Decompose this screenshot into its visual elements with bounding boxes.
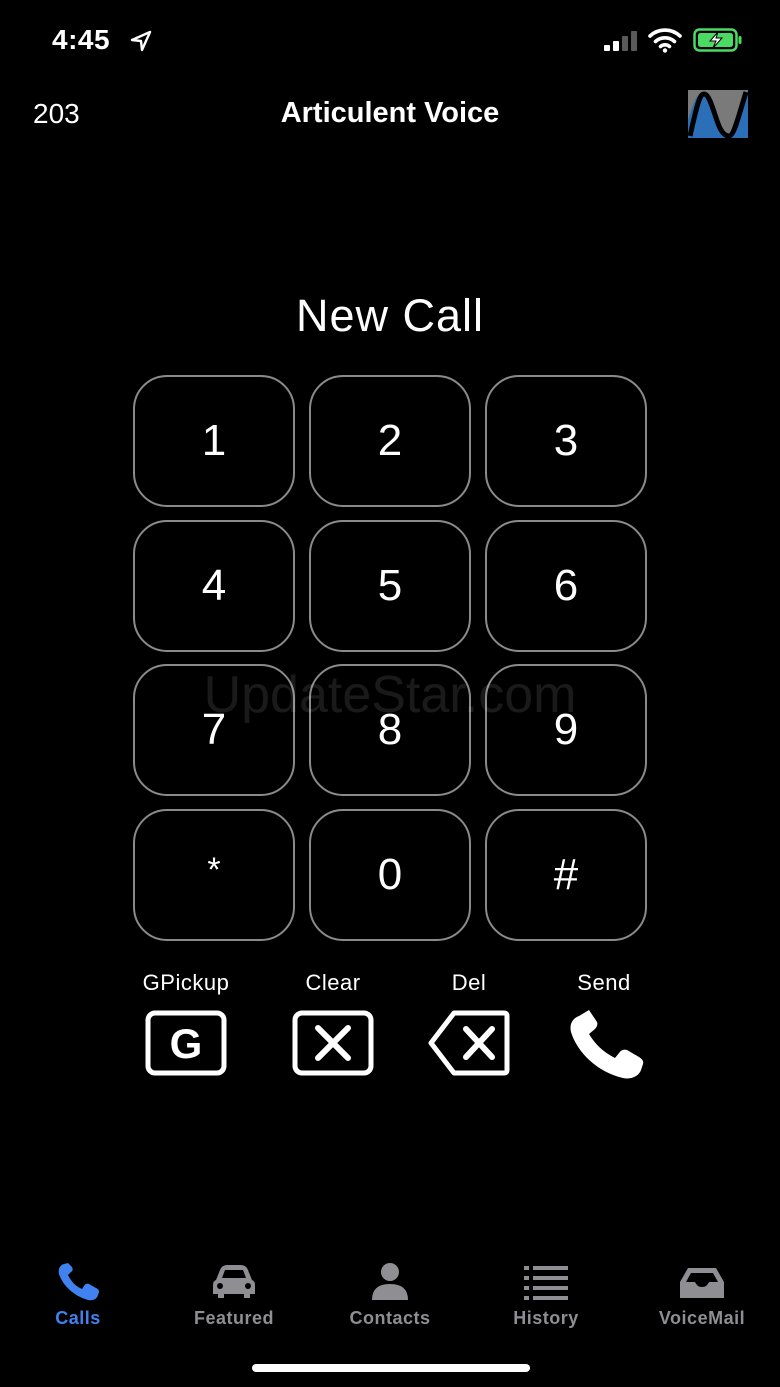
list-icon [524, 1266, 568, 1300]
app-header: 203 Articulent Voice [0, 82, 780, 152]
car-icon [213, 1265, 255, 1298]
send-button[interactable]: Send [549, 970, 659, 1080]
tab-featured-label: Featured [193, 1308, 275, 1328]
status-bar: 4:45 [0, 0, 780, 82]
gpickup-label: GPickup [142, 970, 230, 995]
status-time: 4:45 [52, 24, 111, 55]
clear-label: Clear [305, 970, 361, 995]
key-hash[interactable]: # [485, 809, 647, 941]
tab-contacts-label: Contacts [349, 1308, 431, 1328]
phone-icon [570, 1010, 644, 1079]
delete-button[interactable]: Del [414, 970, 524, 1076]
key-3[interactable]: 3 [485, 375, 647, 507]
tab-voicemail-label: VoiceMail [658, 1308, 746, 1328]
dialer-title: New Call [295, 290, 485, 341]
home-indicator[interactable] [252, 1364, 530, 1372]
svg-text:G: G [170, 1020, 203, 1067]
tab-calls-label: Calls [55, 1308, 101, 1328]
key-6[interactable]: 6 [485, 520, 647, 652]
key-1[interactable]: 1 [133, 375, 295, 507]
tab-contacts[interactable]: Contacts [312, 1250, 468, 1329]
person-icon [372, 1263, 408, 1300]
phone-icon [58, 1263, 99, 1301]
tab-featured[interactable]: Featured [156, 1250, 312, 1329]
app-title: Articulent Voice [280, 97, 500, 129]
gpickup-button[interactable]: GPickup G [131, 970, 241, 1076]
tab-voicemail[interactable]: VoiceMail [624, 1250, 780, 1329]
delete-label: Del [451, 970, 487, 995]
key-9[interactable]: 9 [485, 664, 647, 796]
articulent-logo-icon[interactable] [688, 90, 748, 138]
tab-calls[interactable]: Calls [0, 1250, 156, 1329]
battery-charging-icon [693, 28, 742, 52]
key-7[interactable]: 7 [133, 664, 295, 796]
key-0[interactable]: 0 [309, 809, 471, 941]
key-8[interactable]: 8 [309, 664, 471, 796]
send-label: Send [577, 970, 631, 995]
wifi-icon [648, 28, 682, 53]
key-star[interactable]: * [133, 809, 295, 941]
clear-icon [292, 1010, 374, 1076]
tab-history-label: History [513, 1308, 579, 1328]
key-4[interactable]: 4 [133, 520, 295, 652]
key-5[interactable]: 5 [309, 520, 471, 652]
cellular-signal-icon [604, 31, 637, 51]
backspace-icon [428, 1010, 510, 1076]
tab-history[interactable]: History [468, 1250, 624, 1329]
inbox-tray-icon [680, 1268, 724, 1298]
key-2[interactable]: 2 [309, 375, 471, 507]
clear-button[interactable]: Clear [278, 970, 388, 1076]
location-arrow-icon [130, 30, 152, 52]
group-pickup-icon: G [145, 1010, 227, 1076]
tab-bar: Calls Featured Contacts History VoiceMai… [0, 1250, 780, 1340]
